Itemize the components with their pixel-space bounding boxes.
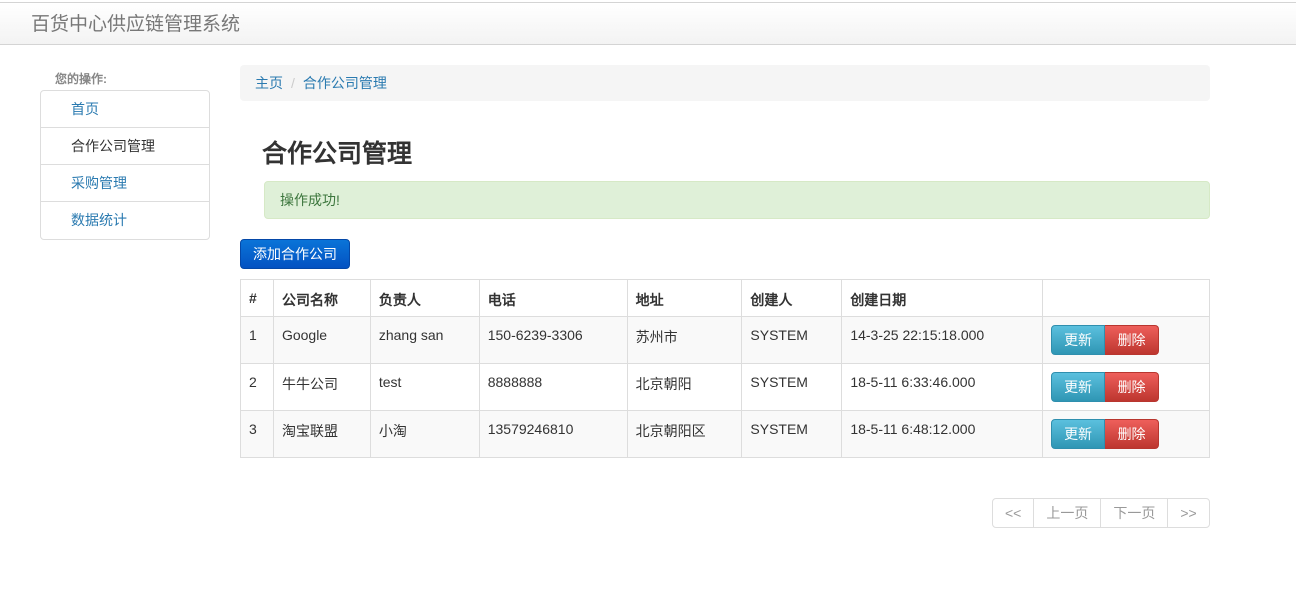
column-header-owner: 负责人: [369, 279, 480, 317]
app-title[interactable]: 百货中心供应链管理系统: [31, 12, 240, 38]
pagination-first[interactable]: <<: [993, 499, 1035, 527]
column-header-phone: 电话: [478, 279, 628, 317]
column-header-actions: [1042, 279, 1210, 317]
cell-owner: zhang san: [369, 316, 480, 364]
cell-phone: 150-6239-3306: [478, 316, 628, 364]
update-button[interactable]: 更新: [1051, 325, 1106, 355]
cell-creator: SYSTEM: [741, 316, 843, 364]
sidebar-heading: 您的操作:: [55, 72, 107, 86]
cell-index: 3: [240, 410, 274, 458]
row-action-group: 更新 删除: [1051, 419, 1160, 449]
delete-button[interactable]: 删除: [1105, 419, 1160, 449]
cell-phone: 8888888: [478, 363, 628, 411]
sidebar-item-purchasing[interactable]: 采购管理: [41, 165, 209, 202]
table-header-row: # 公司名称 负责人 电话 地址 创建人 创建日期: [240, 279, 1210, 317]
cell-phone: 13579246810: [478, 410, 628, 458]
partner-company-table: # 公司名称 负责人 电话 地址 创建人 创建日期 1 Google zhang…: [240, 279, 1210, 458]
cell-company-name: Google: [272, 316, 371, 364]
cell-address: 北京朝阳: [626, 363, 743, 411]
cell-owner: 小淘: [369, 410, 480, 458]
breadcrumb: 主页 / 合作公司管理: [240, 65, 1210, 101]
column-header-creator: 创建人: [741, 279, 843, 317]
update-button[interactable]: 更新: [1051, 372, 1106, 402]
top-navbar: 百货中心供应链管理系统: [0, 2, 1296, 45]
cell-company-name: 淘宝联盟: [272, 410, 371, 458]
sidebar-item-home[interactable]: 首页: [41, 91, 209, 128]
cell-creator: SYSTEM: [741, 410, 843, 458]
cell-created-date: 18-5-11 6:33:46.000: [841, 363, 1044, 411]
cell-actions: 更新 删除: [1042, 363, 1210, 411]
cell-index: 1: [240, 316, 274, 364]
row-action-group: 更新 删除: [1051, 372, 1160, 402]
table-row: 2 牛牛公司 test 8888888 北京朝阳 SYSTEM 18-5-11 …: [240, 363, 1210, 411]
add-company-button[interactable]: 添加合作公司: [240, 239, 350, 269]
breadcrumb-home[interactable]: 主页: [255, 75, 283, 91]
breadcrumb-current[interactable]: 合作公司管理: [303, 75, 387, 91]
sidebar-item-partner-companies[interactable]: 合作公司管理: [41, 128, 209, 165]
sidebar-nav: 首页 合作公司管理 采购管理 数据统计: [40, 90, 210, 240]
cell-company-name: 牛牛公司: [272, 363, 371, 411]
delete-button[interactable]: 删除: [1105, 372, 1160, 402]
success-alert: 操作成功!: [264, 181, 1210, 219]
page-title: 合作公司管理: [262, 140, 413, 168]
pagination-prev[interactable]: 上一页: [1034, 499, 1102, 527]
table-row: 3 淘宝联盟 小淘 13579246810 北京朝阳区 SYSTEM 18-5-…: [240, 410, 1210, 458]
cell-created-date: 18-5-11 6:48:12.000: [841, 410, 1044, 458]
column-header-index: #: [240, 279, 274, 317]
column-header-address: 地址: [626, 279, 743, 317]
cell-actions: 更新 删除: [1042, 316, 1210, 364]
pagination: << 上一页 下一页 >>: [992, 498, 1210, 528]
column-header-company-name: 公司名称: [272, 279, 371, 317]
table-row: 1 Google zhang san 150-6239-3306 苏州市 SYS…: [240, 316, 1210, 364]
cell-owner: test: [369, 363, 480, 411]
delete-button[interactable]: 删除: [1105, 325, 1160, 355]
cell-index: 2: [240, 363, 274, 411]
pagination-next[interactable]: 下一页: [1101, 499, 1169, 527]
column-header-created-date: 创建日期: [841, 279, 1044, 317]
breadcrumb-separator: /: [291, 75, 295, 91]
cell-created-date: 14-3-25 22:15:18.000: [841, 316, 1044, 364]
cell-address: 苏州市: [626, 316, 743, 364]
cell-address: 北京朝阳区: [626, 410, 743, 458]
row-action-group: 更新 删除: [1051, 325, 1160, 355]
cell-actions: 更新 删除: [1042, 410, 1210, 458]
sidebar-item-statistics[interactable]: 数据统计: [41, 202, 209, 239]
update-button[interactable]: 更新: [1051, 419, 1106, 449]
pagination-last[interactable]: >>: [1168, 499, 1208, 527]
cell-creator: SYSTEM: [741, 363, 843, 411]
